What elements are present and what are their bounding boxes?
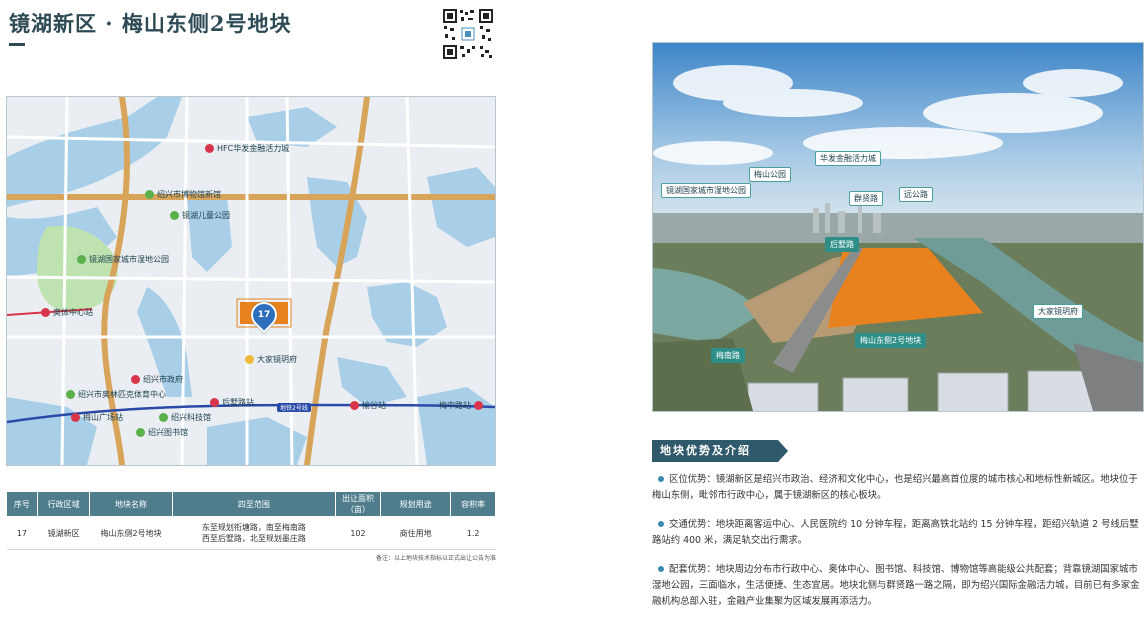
advantage-transport: 交通优势：地块距离客运中心、人民医院约 10 分钟车程，距离高铁北站约 15 分… [652,519,1139,546]
poi-icon [145,190,154,199]
poi-icon [136,428,145,437]
bullet-icon [658,476,664,482]
bullet-icon [658,566,664,572]
map-label-houshu-station: 后墅路站 [210,397,254,408]
table-header: 行政区域 [36,491,91,517]
location-map: 17 HFC华发金融活力城 绍兴市博物馆新馆 镜湖儿童公园 镜湖国家城市湿地公园… [6,96,496,466]
table-header: 规划用途 [379,491,452,517]
cell-district: 镜湖新区 [37,516,90,550]
photo-label-dajia: 大家镜玥府 [1033,304,1083,319]
cell-scope: 东至规划衔塘路，南至梅南路 西至后墅路，北至规划墨庄路 [172,516,336,550]
poi-icon [159,413,168,422]
map-label-library: 绍兴图书馆 [136,427,188,438]
table-header: 出让面积（亩） [335,491,381,517]
table-header: 地块名称 [89,491,173,517]
poi-icon [66,390,75,399]
cell-far: 1.2 [450,516,496,550]
map-label-hfc: HFC华发金融活力城 [205,143,289,154]
map-label-sports-station: 奥体中心站 [41,307,93,318]
table-row: 17 镜湖新区 梅山东侧2号地块 东至规划衔塘路，南至梅南路 西至后墅路，北至规… [6,516,496,550]
bullet-icon [658,521,664,527]
map-label-meishan-station: 梅山广场站 [71,412,123,423]
title-underline [9,43,25,46]
table-header: 序号 [6,491,38,517]
poi-icon [131,375,140,384]
photo-label-yuangong: 远公路 [899,187,933,202]
poi-icon [170,211,179,220]
map-label-wetland: 镜湖国家城市湿地公园 [77,254,169,265]
cell-no: 17 [6,516,38,550]
map-label-meizhong-station: 梅中路站 [439,400,486,411]
table-header: 四至范围 [171,491,337,517]
poi-icon [205,144,214,153]
map-label-yugu-station: 榆谷站 [350,400,386,411]
map-label-dajia: 大家镜玥府 [245,354,297,365]
qr-code [442,8,494,60]
poi-icon [245,355,254,364]
map-label-tech-museum: 绍兴科技馆 [159,412,211,423]
map-label-olympic: 绍兴市奥林匹克体育中心 [66,389,166,400]
cell-area: 102 [335,516,381,550]
table-header: 容积率 [450,491,496,517]
page-title: 镜湖新区 · 梅山东侧2号地块 [9,11,292,36]
table-note: 备注：以上地块技术指标以正式出让公告为准 [375,555,496,562]
photo-label-wetland: 镜湖国家城市湿地公园 [661,183,751,198]
photo-label-lot: 梅山东侧2号地块 [855,333,927,348]
metro-station-icon [41,308,50,317]
photo-label-qunxian: 群贤路 [849,191,883,206]
photo-label-meishan-park: 梅山公园 [749,167,791,182]
metro-station-icon [71,413,80,422]
scope-line-1: 东至规划衔塘路，南至梅南路 [201,523,306,532]
table-header-row: 序号 行政区域 地块名称 四至范围 出让面积（亩） 规划用途 容积率 [6,491,496,517]
advantages-header: 地块优势及介绍 [652,440,788,462]
aerial-photo: 镜湖国家城市湿地公园 梅山公园 华发金融活力城 群贤路 远公路 后墅路 梅山东侧… [652,42,1144,412]
advantage-facilities: 配套优势：地块周边分布市行政中心、奥体中心、图书馆、科技馆、博物馆等高能级公共配… [652,564,1140,607]
poi-icon [77,255,86,264]
cell-name: 梅山东侧2号地块 [89,516,173,550]
photo-label-houshu: 后墅路 [825,237,859,252]
metro-station-icon [210,398,219,407]
scope-line-2: 西至后墅路，北至规划墨庄路 [201,534,306,543]
metro-line-label: 地铁2号线 [277,403,311,412]
photo-label-meinan: 梅南路 [711,348,745,363]
map-label-gov: 绍兴市政府 [131,374,183,385]
photo-label-hfc: 华发金融活力城 [815,151,881,166]
map-label-kids-park: 镜湖儿童公园 [170,210,230,221]
metro-station-icon [474,401,483,410]
map-label-museum: 绍兴市博物馆新馆 [145,189,221,200]
lot-info-table: 序号 行政区域 地块名称 四至范围 出让面积（亩） 规划用途 容积率 17 镜湖… [6,491,496,550]
cell-use: 商住用地 [380,516,451,550]
metro-station-icon [350,401,359,410]
advantage-location: 区位优势：镜湖新区是绍兴市政治、经济和文化中心，也是绍兴最高首位度的城市核心和地… [652,474,1138,501]
